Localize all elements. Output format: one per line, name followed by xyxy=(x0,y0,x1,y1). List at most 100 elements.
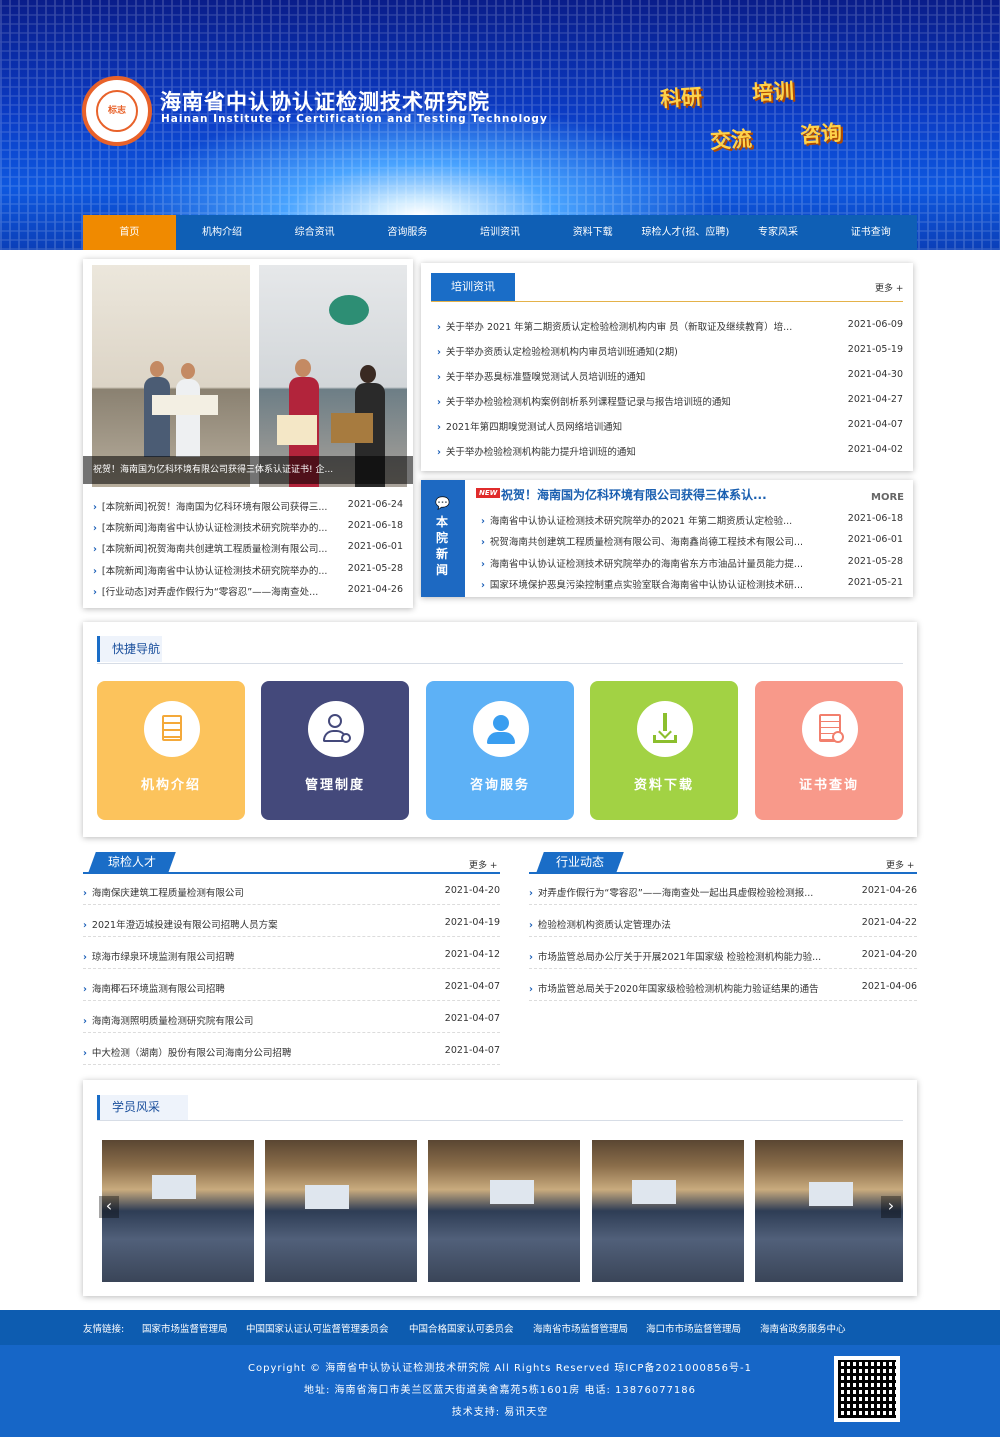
nav-experts[interactable]: 专家风采 xyxy=(732,215,825,250)
divider xyxy=(529,1000,917,1001)
list-item[interactable]: 中大检测（湖南）股份有限公司海南分公司招聘2021-04-07 xyxy=(83,1045,500,1059)
list-item[interactable]: 海南椰石环境监测有限公司招聘2021-04-07 xyxy=(83,981,500,995)
list-item[interactable]: 市场监管总局关于2020年国家级检验检测机构能力验证结果的通告2021-04-0… xyxy=(529,981,917,995)
list-item[interactable]: 海南海测照明质量检测研究院有限公司2021-04-07 xyxy=(83,1013,500,1027)
projector-screen xyxy=(152,1175,196,1199)
friend-link[interactable]: 国家市场监督管理局 xyxy=(142,1321,228,1335)
user-settings-icon xyxy=(308,701,364,757)
carousel-photo-group[interactable] xyxy=(92,265,250,487)
list-item[interactable]: [本院新闻]海南省中认协认证检测技术研究院举办的...2021-05-28 xyxy=(83,563,413,577)
list-item[interactable]: [本院新闻]海南省中认协认证检测技术研究院举办的...2021-06-18 xyxy=(83,520,413,534)
new-badge: NEW xyxy=(476,488,501,498)
prev-arrow-icon[interactable]: ‹ xyxy=(99,1196,119,1218)
divider xyxy=(529,904,917,905)
student-photo[interactable] xyxy=(592,1140,744,1282)
nav-consulting[interactable]: 咨询服务 xyxy=(361,215,454,250)
slogan-training: 培训 xyxy=(751,77,795,106)
list-item[interactable]: 关于举办资质认定检验检测机构内审员培训班通知(2期)2021-05-19 xyxy=(421,344,913,358)
more-link[interactable]: MORE xyxy=(871,492,904,503)
list-item[interactable]: 关于举办检验检测机构能力提升培训班的通知2021-04-02 xyxy=(421,444,913,458)
nav-downloads[interactable]: 资料下载 xyxy=(546,215,639,250)
site-title: 海南省中认协认证检测技术研究院 xyxy=(160,89,490,114)
friend-link[interactable]: 中国国家认证认可监督管理委员会 xyxy=(246,1321,389,1335)
list-item[interactable]: 海南保庆建筑工程质量检测有限公司2021-04-20 xyxy=(83,885,500,899)
carousel-photo-ceremony[interactable] xyxy=(259,265,407,487)
main-nav: 首页 机构介绍 综合资讯 咨询服务 培训资讯 资料下载 琼检人才(招、应聘) 专… xyxy=(83,215,917,250)
list-item[interactable]: 2021年第四期嗅觉测试人员网络培训通知2021-04-07 xyxy=(421,419,913,433)
more-link[interactable]: 更多 + xyxy=(886,858,914,871)
slogan-research: 科研 xyxy=(659,83,703,112)
list-item[interactable]: 市场监管总局办公厅关于开展2021年国家级 检验检测机构能力验...2021-0… xyxy=(529,949,917,963)
quick-card-about[interactable]: 机构介绍 xyxy=(97,681,245,820)
nav-talent[interactable]: 琼检人才(招、应聘) xyxy=(639,215,732,250)
tab-training[interactable]: 培训资讯 xyxy=(431,273,515,301)
chat-icon: 💬 xyxy=(435,496,450,510)
friend-link[interactable]: 海口市市场监督管理局 xyxy=(646,1321,741,1335)
qr-code[interactable] xyxy=(834,1356,900,1422)
friend-links-label: 友情链接: xyxy=(83,1324,125,1335)
download-icon xyxy=(637,701,693,757)
student-photo[interactable] xyxy=(428,1140,580,1282)
nav-home[interactable]: 首页 xyxy=(83,215,176,250)
logo-mark: 标志 xyxy=(96,90,138,132)
projector-screen xyxy=(305,1185,349,1209)
projector-screen xyxy=(490,1180,534,1204)
list-item[interactable]: [本院新闻]祝贺！海南国为亿科环境有限公司获得三...2021-06-24 xyxy=(83,499,413,513)
site-header: 标志 海南省中认协认证检测技术研究院 Hainan Institute of C… xyxy=(0,0,1000,250)
list-item[interactable]: 海南省中认协认证检测技术研究院举办的2021 年第二期资质认定检验...2021… xyxy=(421,513,913,527)
nav-certificate-query[interactable]: 证书查询 xyxy=(824,215,917,250)
slogan-exchange: 交流 xyxy=(709,125,753,154)
student-photo[interactable] xyxy=(102,1140,254,1282)
person-head xyxy=(360,365,376,383)
person-figure xyxy=(144,377,170,457)
person-head xyxy=(150,361,164,377)
headset-user-icon xyxy=(473,701,529,757)
list-item[interactable]: 关于举办 2021 年第二期资质认定检验检测机构内审 员（新取证及继续教育）培.… xyxy=(421,319,913,333)
quick-card-certificate[interactable]: 证书查询 xyxy=(755,681,903,820)
projector-screen xyxy=(809,1182,853,1206)
quick-card-downloads[interactable]: 资料下载 xyxy=(590,681,738,820)
more-link[interactable]: 更多 + xyxy=(875,281,903,294)
list-item[interactable]: 祝贺海南共创建筑工程质量检测有限公司、海南鑫尚德工程技术有限公司...2021-… xyxy=(421,534,913,548)
quick-card-rules[interactable]: 管理制度 xyxy=(261,681,409,820)
divider xyxy=(83,968,500,969)
person-head xyxy=(181,363,195,379)
projector-screen xyxy=(632,1180,676,1204)
divider xyxy=(529,968,917,969)
section-title: 快捷导航 xyxy=(100,636,162,662)
quick-card-consulting[interactable]: 咨询服务 xyxy=(426,681,574,820)
list-item[interactable]: 对弄虚作假行为“零容忍”——海南查处一起出具虚假检验检测报...2021-04-… xyxy=(529,885,917,899)
carousel-caption[interactable]: 祝贺！海南国为亿科环境有限公司获得三体系认证证书! 企... xyxy=(83,456,413,484)
nav-news[interactable]: 综合资讯 xyxy=(268,215,361,250)
document-icon xyxy=(144,701,200,757)
list-item[interactable]: 琼海市绿泉环境监测有限公司招聘2021-04-12 xyxy=(83,949,500,963)
student-photo[interactable] xyxy=(265,1140,417,1282)
list-item[interactable]: 国家环境保护恶臭污染控制重点实验室联合海南省中认协认证检测技术研...2021-… xyxy=(421,577,913,591)
list-item[interactable]: 海南省中认协认证检测技术研究院举办的海南省东方市油品计量员能力提...2021-… xyxy=(421,556,913,570)
friend-links-bar: 友情链接: 国家市场监督管理局 中国国家认证认可监督管理委员会 中国合格国家认可… xyxy=(0,1310,1000,1345)
news-headline[interactable]: 祝贺！海南国为亿科环境有限公司获得三体系认... xyxy=(501,486,767,503)
nav-about[interactable]: 机构介绍 xyxy=(176,215,269,250)
list-item[interactable]: 2021年澄迈城投建设有限公司招聘人员方案2021-04-19 xyxy=(83,917,500,931)
plus-icon: + xyxy=(906,861,915,871)
friend-link[interactable]: 海南省市场监督管理局 xyxy=(533,1321,628,1335)
plus-icon: + xyxy=(489,861,498,871)
list-item[interactable]: 关于举办恶臭标准暨嗅觉测试人员培训班的通知2021-04-30 xyxy=(421,369,913,383)
certificate-frame xyxy=(331,413,373,443)
company-logo-wall xyxy=(329,295,369,325)
divider xyxy=(83,904,500,905)
friend-link[interactable]: 海南省政务服务中心 xyxy=(760,1321,846,1335)
divider xyxy=(83,1032,500,1033)
list-item[interactable]: 检验检测机构资质认定管理办法2021-04-22 xyxy=(529,917,917,931)
slogan-consulting: 咨询 xyxy=(799,119,843,148)
friend-link[interactable]: 中国合格国家认可委员会 xyxy=(409,1321,514,1335)
divider xyxy=(83,1000,500,1001)
nav-training[interactable]: 培训资讯 xyxy=(454,215,547,250)
more-link[interactable]: 更多 + xyxy=(469,858,497,871)
next-arrow-icon[interactable]: › xyxy=(881,1196,901,1218)
list-item[interactable]: [行业动态]对弄虚作假行为“零容忍”——海南查处...2021-04-26 xyxy=(83,584,413,598)
list-item[interactable]: [本院新闻]祝贺海南共创建筑工程质量检测有限公司...2021-06-01 xyxy=(83,541,413,555)
divider xyxy=(83,936,500,937)
list-item[interactable]: 关于举办检验检测机构案例剖析系列课程暨记录与报告培训班的通知2021-04-27 xyxy=(421,394,913,408)
institute-logo[interactable]: 标志 xyxy=(82,76,152,146)
